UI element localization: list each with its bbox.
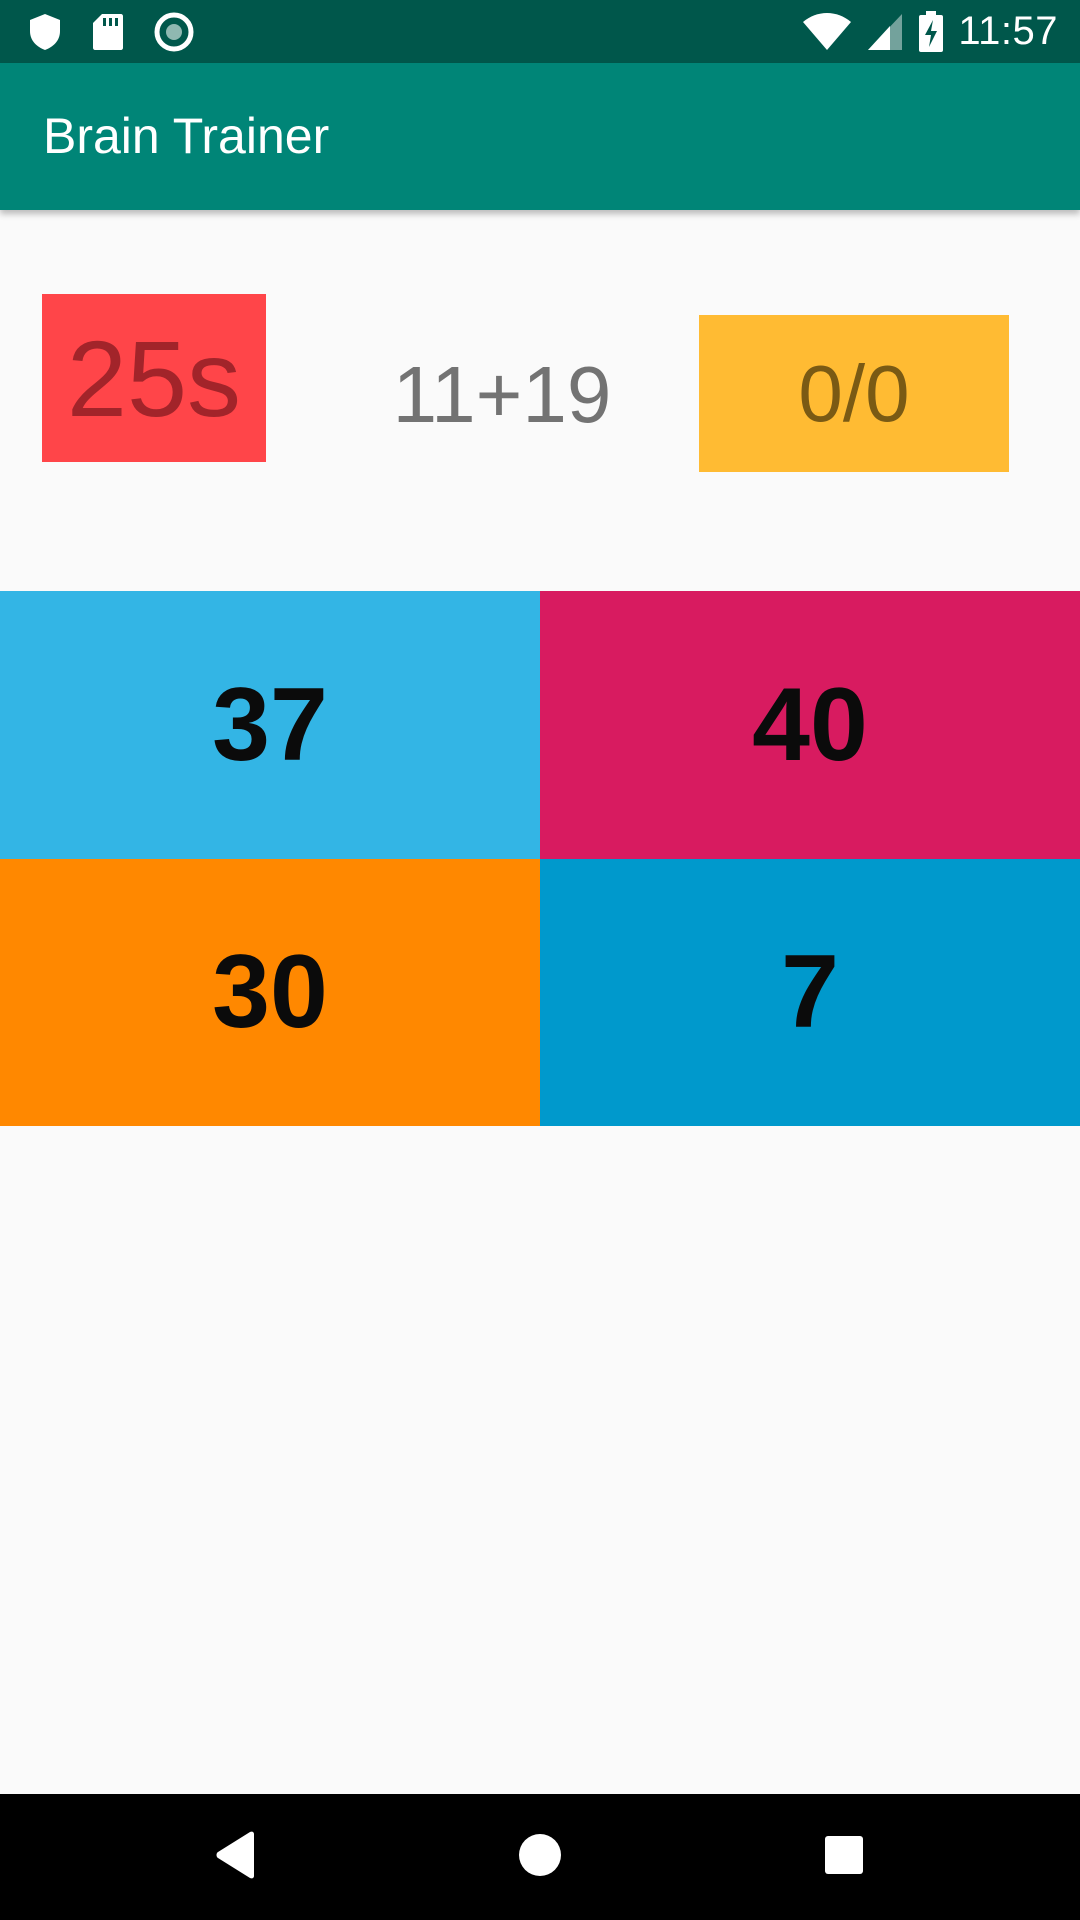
status-left-icons: [28, 0, 194, 63]
signal-icon: [866, 12, 904, 52]
app-bar: Brain Trainer: [0, 63, 1080, 210]
battery-charging-icon: [918, 10, 944, 53]
question-text: 11+19: [392, 350, 612, 439]
sd-card-icon: [92, 13, 124, 51]
navigation-bar: [0, 1794, 1080, 1920]
home-button[interactable]: [480, 1794, 600, 1920]
recents-icon: [824, 1835, 864, 1880]
answer-button-1[interactable]: 37: [0, 591, 540, 859]
home-icon: [518, 1833, 562, 1882]
record-icon: [154, 12, 194, 52]
status-right-icons: 11:57: [802, 0, 1058, 63]
app-title: Brain Trainer: [43, 108, 330, 164]
answer-button-4[interactable]: 7: [540, 859, 1080, 1126]
answer-button-2[interactable]: 40: [540, 591, 1080, 859]
answer-button-3[interactable]: 30: [0, 859, 540, 1126]
back-button[interactable]: [176, 1794, 296, 1920]
wifi-icon: [802, 12, 852, 52]
recents-button[interactable]: [784, 1794, 904, 1920]
shield-icon: [28, 13, 62, 51]
score-display: 0/0: [699, 315, 1009, 472]
back-icon: [214, 1831, 258, 1884]
status-time: 11:57: [958, 9, 1058, 53]
timer-display: 25s: [42, 294, 266, 462]
answer-grid: 37 40 30 7: [0, 591, 1080, 1126]
status-bar: 11:57: [0, 0, 1080, 63]
